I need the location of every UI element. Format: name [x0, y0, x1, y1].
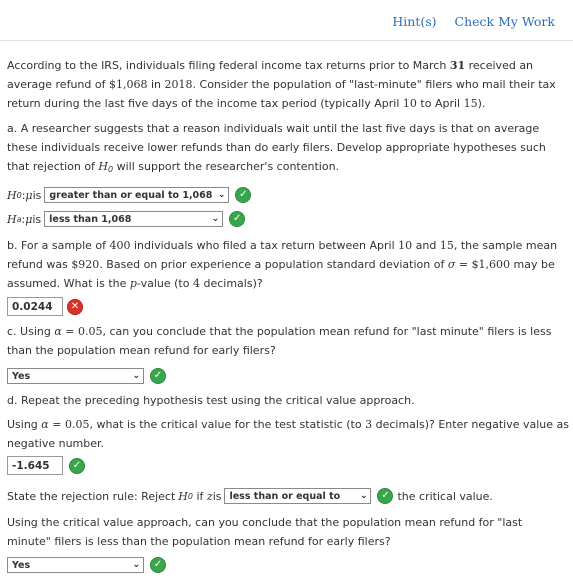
intro-april-start: 10: [402, 97, 417, 110]
check-my-work-link[interactable]: Check My Work: [455, 14, 555, 29]
rejection-rule-row: State the rejection rule: Reject H0 if z…: [7, 488, 493, 504]
p-value-input[interactable]: 0.0244: [7, 297, 63, 316]
sample-size: 400: [109, 239, 131, 252]
check-circle-icon: ✓: [150, 368, 166, 384]
h0-label: H: [7, 188, 17, 202]
alternative-hypothesis-value: less than 1,068: [49, 213, 132, 225]
intro-text: ).: [477, 97, 486, 110]
std-dev: $1,600: [471, 258, 511, 271]
part-b-text: and: [412, 239, 440, 252]
part-b-text: individuals who filed a tax return betwe…: [130, 239, 399, 252]
chevron-down-icon: ⌄: [132, 560, 140, 570]
part-c-answer-value: Yes: [12, 370, 31, 382]
part-b-text: . Based on prior experience a population…: [99, 258, 448, 271]
rejection-rule-text-end: the critical value.: [397, 489, 493, 503]
part-d-answer-select[interactable]: Yes ⌄: [7, 557, 144, 573]
p-symbol: p: [129, 277, 137, 290]
intro-paragraph: According to the IRS, individuals filing…: [7, 56, 569, 113]
intro-refund: $1,068: [108, 78, 148, 91]
check-circle-icon: ✓: [69, 457, 85, 474]
check-circle-icon: ✓: [235, 187, 252, 203]
rejection-rule-select[interactable]: less than or equal to ⌄: [224, 488, 372, 504]
if-text: if: [192, 489, 207, 503]
part-c-answer-select[interactable]: Yes ⌄: [7, 368, 144, 384]
part-d-text: Using: [7, 418, 42, 431]
is-text: is: [32, 212, 42, 226]
rejection-rule-value: less than or equal to: [229, 490, 341, 502]
ha-label: H: [7, 212, 17, 226]
part-b-text: -value (to: [136, 277, 193, 290]
critical-value-input[interactable]: -1.645: [7, 456, 63, 475]
alpha-value: 0.05: [78, 325, 103, 338]
day-start: 10: [398, 239, 413, 252]
part-b-question: b. For a sample of 400 individuals who f…: [7, 236, 569, 293]
chevron-down-icon: ⌄: [211, 214, 220, 224]
mu-symbol: μ: [25, 212, 33, 226]
part-d-critical-question: Using α = 0.05, what is the critical val…: [7, 415, 569, 453]
null-hypothesis-value: greater than or equal to 1,068: [49, 189, 213, 201]
decimals: 4: [192, 277, 200, 290]
part-d-answer-value: Yes: [12, 559, 31, 571]
h0-symbol: H: [98, 160, 109, 173]
alternative-hypothesis-row: Ha : μ is less than 1,068 ⌄ ✓: [7, 211, 246, 227]
is-text: is: [212, 489, 222, 503]
chevron-down-icon: ⌄: [217, 190, 226, 200]
null-hypothesis-row: H0 : μ is greater than or equal to 1,068…: [7, 187, 252, 203]
check-circle-icon: ✓: [150, 557, 166, 573]
null-hypothesis-select[interactable]: greater than or equal to 1,068 ⌄: [44, 187, 230, 203]
day-end: 15: [439, 239, 454, 252]
part-d-conclusion-question: Using the critical value approach, can y…: [7, 516, 523, 548]
check-circle-icon: ✓: [377, 488, 394, 504]
intro-text: According to the IRS, individuals filing…: [7, 59, 450, 72]
equals: =: [48, 418, 65, 431]
part-d-answer-row: Yes ⌄ ✓: [7, 557, 166, 573]
part-b-text: b. For a sample of: [7, 239, 110, 252]
check-circle-icon: ✓: [229, 211, 246, 227]
part-a-question: a. A researcher suggests that a reason i…: [7, 119, 569, 179]
is-text: is: [32, 188, 42, 202]
equals: =: [61, 325, 78, 338]
part-d-heading: d. Repeat the preceding hypothesis test …: [7, 394, 415, 407]
alpha-symbol: α: [41, 418, 49, 431]
chevron-down-icon: ⌄: [359, 491, 368, 501]
h0-symbol: H: [178, 489, 188, 503]
critical-value-row: -1.645 ✓: [7, 456, 85, 475]
part-c-question: c. Using α = 0.05, can you conclude that…: [7, 322, 569, 360]
top-links: Hint(s) Check My Work: [378, 14, 555, 29]
mu-symbol: μ: [25, 188, 33, 202]
p-value-row: 0.0244 ✕: [7, 297, 83, 316]
intro-year: 2018: [164, 78, 193, 91]
top-bar: Hint(s) Check My Work: [0, 0, 573, 41]
hint-link[interactable]: Hint(s): [392, 14, 436, 29]
intro-april-end: 15: [463, 97, 478, 110]
intro-text: to April: [416, 97, 464, 110]
equals: =: [455, 258, 472, 271]
part-c-text: c. Using: [7, 325, 55, 338]
intro-march-day: 31: [449, 59, 466, 72]
part-b-text: decimals)?: [199, 277, 263, 290]
x-circle-icon: ✕: [67, 298, 83, 315]
part-a-text-end: will support the researcher's contention…: [113, 160, 340, 173]
chevron-down-icon: ⌄: [132, 371, 140, 381]
sample-mean: $920: [71, 258, 100, 271]
part-c-answer-row: Yes ⌄ ✓: [7, 368, 166, 384]
alpha-value: 0.05: [64, 418, 90, 431]
alternative-hypothesis-select[interactable]: less than 1,068 ⌄: [44, 211, 224, 227]
alpha-symbol: α: [54, 325, 62, 338]
intro-text: in: [147, 78, 165, 91]
part-d-text: , what is the critical value for the tes…: [89, 418, 366, 431]
rejection-rule-text: State the rejection rule: Reject: [7, 489, 176, 503]
